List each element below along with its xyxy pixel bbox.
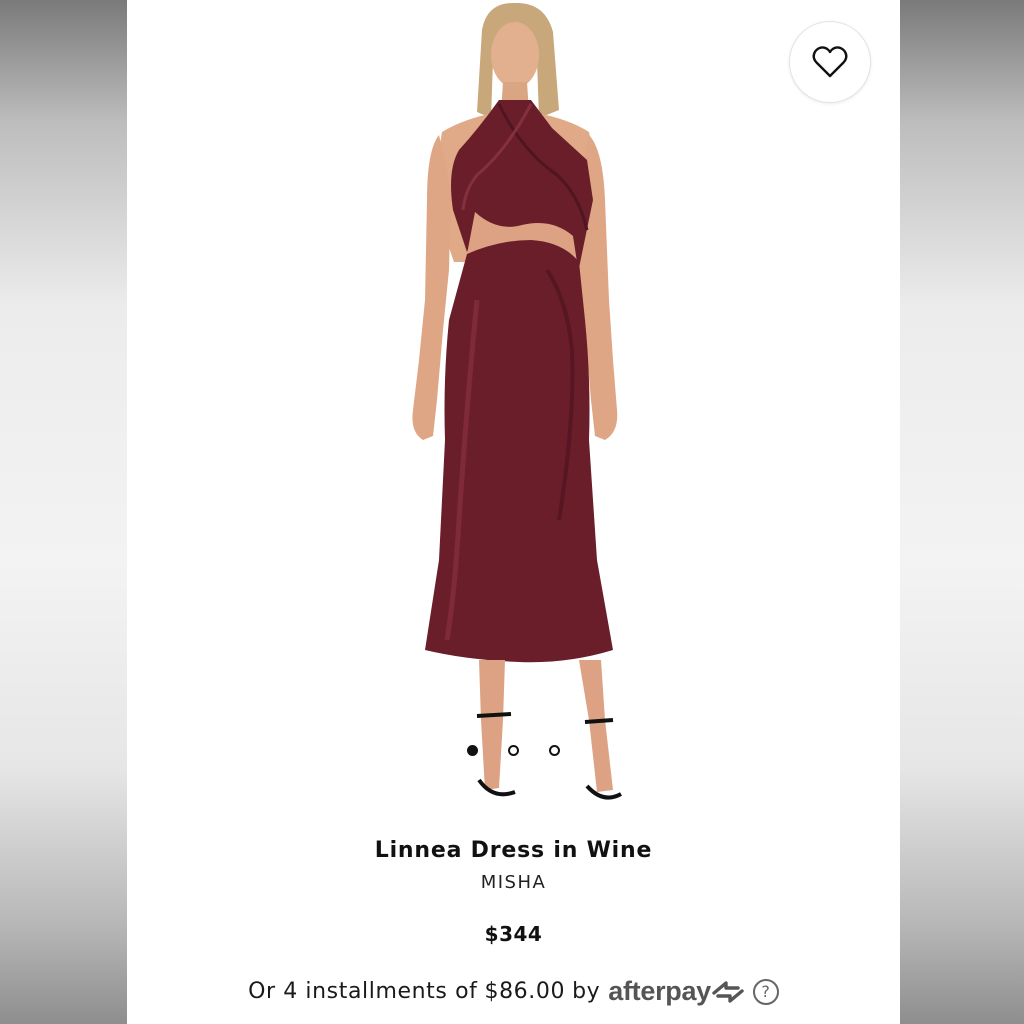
product-price: $344 — [484, 922, 543, 946]
carousel-dot-2[interactable] — [508, 745, 519, 756]
image-carousel-indicator — [127, 745, 900, 756]
model-left-leg — [479, 660, 505, 790]
carousel-dot-1[interactable] — [467, 745, 478, 756]
left-blurred-backdrop — [0, 0, 127, 1024]
screen: Linnea Dress in Wine MISHA $344 Or 4 ins… — [0, 0, 1024, 1024]
heart-outline-icon — [812, 46, 848, 78]
afterpay-help-icon[interactable]: ? — [752, 978, 779, 1005]
favorite-button[interactable] — [789, 21, 871, 103]
afterpay-wordmark: afterpay — [608, 976, 711, 1006]
afterpay-logo[interactable]: afterpay — [608, 976, 745, 1007]
product-card: Linnea Dress in Wine MISHA $344 Or 4 ins… — [127, 0, 900, 1024]
installments-by: by — [572, 979, 601, 1004]
right-blurred-backdrop — [900, 0, 1024, 1024]
afterpay-installments: Or 4 installments of $86.00 by afterpay … — [127, 976, 900, 1007]
installments-prefix: Or 4 installments of — [248, 979, 478, 1004]
product-image[interactable] — [127, 0, 900, 820]
model-face — [491, 22, 539, 88]
installment-amount: $86.00 — [484, 979, 566, 1004]
product-title[interactable]: Linnea Dress in Wine — [127, 838, 900, 863]
model-right-leg — [579, 660, 613, 792]
afterpay-arrows-icon — [712, 980, 744, 1003]
product-brand[interactable]: MISHA — [127, 872, 900, 893]
carousel-dot-3[interactable] — [549, 745, 560, 756]
